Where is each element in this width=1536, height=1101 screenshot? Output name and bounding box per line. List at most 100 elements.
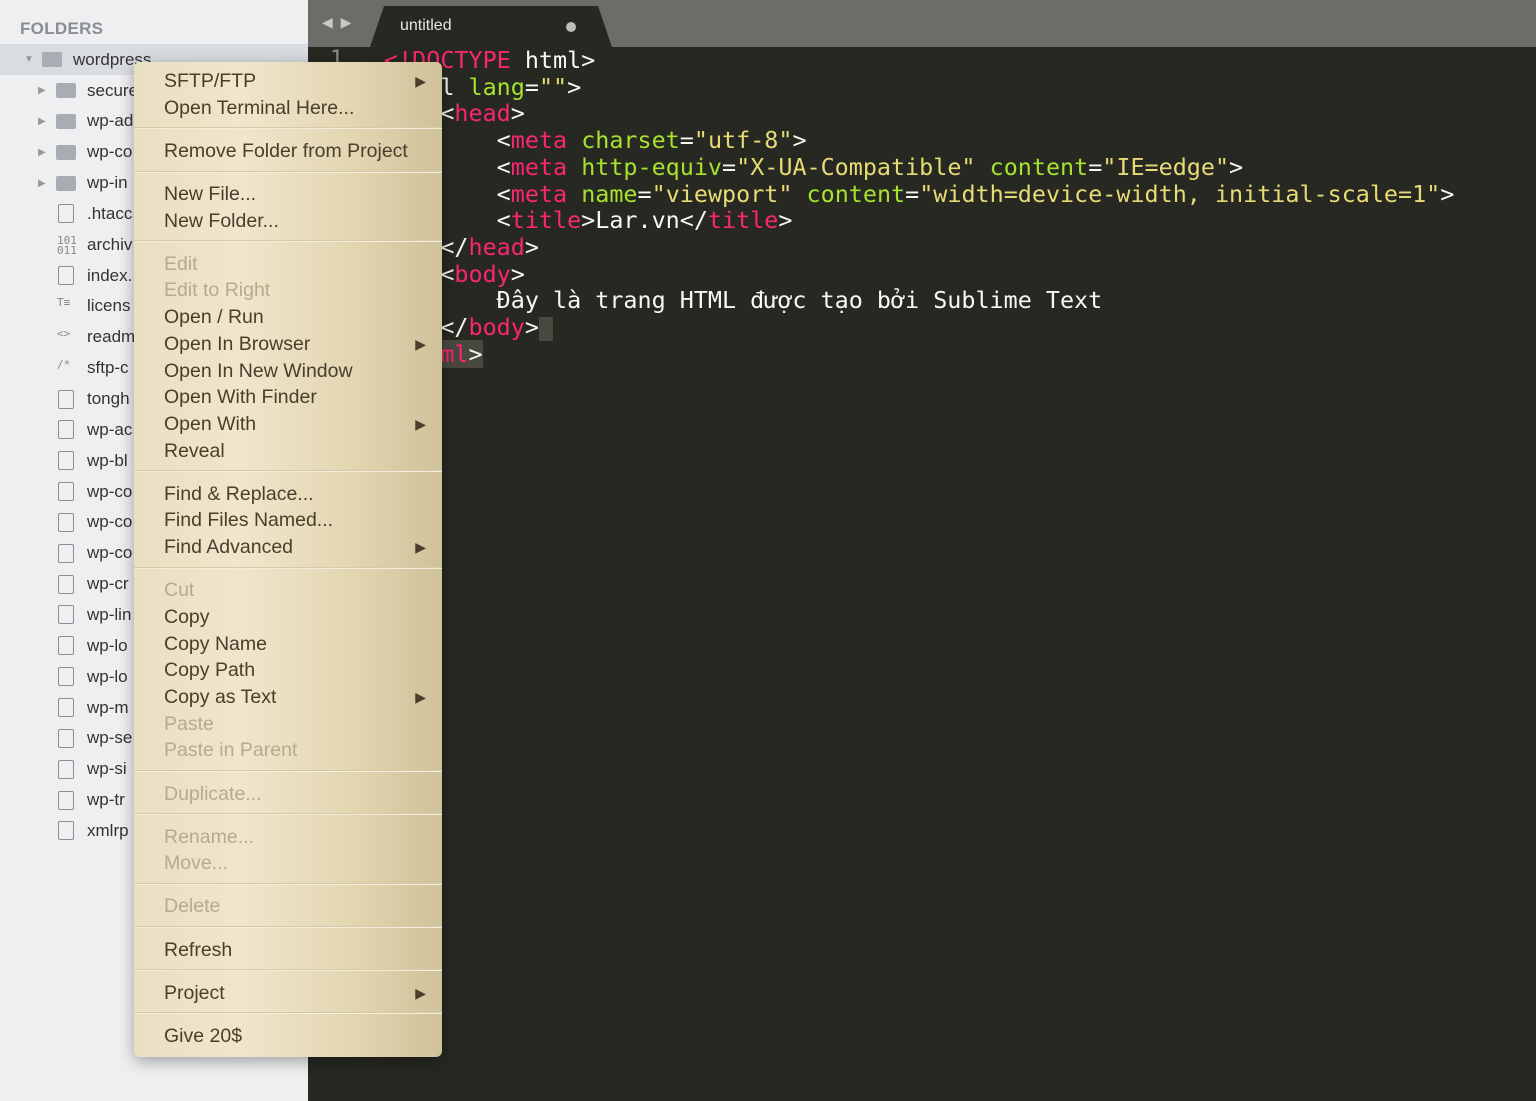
disclosure-right-icon[interactable]: ▶ — [38, 147, 46, 158]
code-line: <body> — [384, 260, 1454, 288]
menu-item-new-folder[interactable]: New Folder... — [134, 208, 442, 235]
menu-item-label: SFTP/FTP — [164, 70, 257, 92]
folders-heading: FOLDERS — [20, 19, 104, 38]
menu-item-open-with-finder[interactable]: Open With Finder — [134, 384, 442, 411]
code-token: ml — [440, 339, 469, 368]
unsaved-dot-icon[interactable] — [566, 22, 576, 32]
menu-item-open-terminal-here[interactable]: Open Terminal Here... — [134, 95, 442, 122]
tab-untitled[interactable]: untitled — [370, 6, 612, 47]
file-icon — [58, 759, 74, 779]
menu-item-refresh[interactable]: Refresh — [134, 937, 442, 964]
code-line: </body> — [384, 314, 1454, 341]
code-token: charset — [581, 126, 680, 155]
code-token: html> — [510, 46, 596, 74]
tree-item-label: archiv — [87, 234, 133, 254]
menu-item-copy-name[interactable]: Copy Name — [134, 631, 442, 658]
menu-item-copy-path[interactable]: Copy Path — [134, 657, 442, 684]
code-token: "utf-8" — [693, 126, 793, 155]
disclosure-down-icon[interactable]: ▼ — [24, 54, 34, 65]
code-line: <meta name="viewport" content="width=dev… — [384, 179, 1455, 208]
menu-item-open-with[interactable]: Open With ▶ — [134, 411, 442, 438]
menu-item-label: Project — [164, 981, 225, 1004]
code-editor[interactable]: <!DOCTYPE html><html lang=""> <head> <me… — [384, 46, 1455, 368]
code-token: > — [524, 313, 539, 342]
code-line: <meta http-equiv="X-UA-Compatible" conte… — [384, 152, 1454, 181]
menu-item-copy-as-text[interactable]: Copy as Text ▶ — [134, 684, 442, 711]
file-icon — [58, 698, 74, 717]
menu-item-remove-folder-from-project[interactable]: Remove Folder from Project — [134, 138, 442, 165]
menu-item-label: Open Terminal Here... — [164, 96, 355, 119]
menu-item-label: Open With — [164, 412, 257, 435]
menu-item-label: Refresh — [164, 938, 233, 961]
menu-item-label: Edit to Right — [164, 279, 271, 302]
tab-title: untitled — [400, 17, 452, 34]
tree-item-label: wp-co — [87, 142, 133, 162]
code-token: name — [581, 179, 638, 208]
folder-icon — [56, 175, 76, 191]
code-token: = — [679, 126, 694, 155]
tree-item-label: wp-co — [87, 543, 133, 563]
code-line: </html> — [384, 339, 1454, 368]
code-token: = — [722, 152, 737, 181]
code-token: = — [1088, 152, 1103, 181]
tree-item-label: wp-bl — [87, 450, 128, 470]
menu-item-sftp-ftp[interactable]: SFTP/FTP ▶ — [134, 68, 442, 95]
code-token: content — [806, 179, 906, 208]
menu-separator — [134, 883, 442, 885]
menu-item-delete: Delete — [134, 893, 442, 920]
menu-item-find-replace[interactable]: Find & Replace... — [134, 481, 442, 508]
menu-item-project[interactable]: Project ▶ — [134, 980, 442, 1007]
menu-item-label: Duplicate... — [164, 782, 262, 805]
menu-item-label: Paste — [164, 712, 214, 735]
tree-item-label: wp-lo — [87, 635, 128, 655]
menu-item-label: Cut — [164, 579, 195, 602]
code-token: meta — [510, 179, 568, 208]
code-token: lang — [468, 72, 525, 101]
disclosure-right-icon[interactable]: ▶ — [38, 116, 46, 127]
code-token: body — [468, 313, 525, 342]
menu-item-open-in-browser[interactable]: Open In Browser ▶ — [134, 331, 442, 358]
menu-item-find-files-named[interactable]: Find Files Named... — [134, 507, 442, 534]
menu-item-label: Copy as Text — [164, 686, 277, 708]
disclosure-right-icon[interactable]: ▶ — [38, 178, 46, 189]
menu-item-reveal[interactable]: Reveal — [134, 438, 442, 465]
code-line: <title>Lar.vn</title> — [384, 207, 1454, 234]
disclosure-right-icon[interactable]: ▶ — [38, 85, 46, 96]
tab-nav-arrows[interactable]: ◀ ▶ — [322, 14, 353, 31]
code-token: = — [905, 179, 920, 208]
menu-item-find-advanced[interactable]: Find Advanced ▶ — [134, 534, 442, 561]
menu-item-copy[interactable]: Copy — [134, 604, 442, 631]
code-token: head — [454, 99, 511, 128]
menu-item-paste-in-parent: Paste in Parent — [134, 737, 442, 764]
folder-icon — [56, 144, 76, 160]
submenu-arrow-icon: ▶ — [415, 73, 426, 89]
submenu-arrow-icon: ▶ — [415, 539, 426, 556]
code-token: > — [778, 206, 793, 235]
file-icon — [58, 389, 74, 409]
tree-item-label: wp-cr — [87, 574, 129, 594]
tree-item-label: wp-lo — [87, 666, 128, 686]
menu-separator — [134, 170, 442, 173]
menu-item-open-run[interactable]: Open / Run — [134, 304, 442, 331]
menu-item-new-file[interactable]: New File... — [134, 181, 442, 208]
tree-item-label: wp-ac — [87, 419, 133, 439]
file-icon — [58, 451, 74, 471]
file-icon — [58, 605, 74, 625]
folder-icon — [56, 83, 76, 98]
menu-item-label: Move... — [164, 852, 228, 875]
menu-item-paste: Paste — [134, 711, 442, 738]
code-token: head — [468, 232, 525, 261]
file-icon — [58, 636, 74, 656]
markup-file-icon: <> — [57, 326, 71, 340]
menu-item-label: Give 20$ — [164, 1024, 243, 1047]
file-icon — [58, 266, 74, 286]
tree-item-label: wp-lin — [87, 604, 132, 624]
submenu-arrow-icon: ▶ — [415, 415, 426, 432]
code-token: "" — [538, 72, 568, 101]
menu-item-label: Copy — [164, 605, 210, 628]
menu-item-label: Edit — [164, 252, 198, 275]
code-token: > — [510, 99, 525, 128]
menu-item-give-20[interactable]: Give 20$ — [134, 1023, 442, 1050]
menu-item-open-in-new-window[interactable]: Open In New Window — [134, 358, 442, 385]
